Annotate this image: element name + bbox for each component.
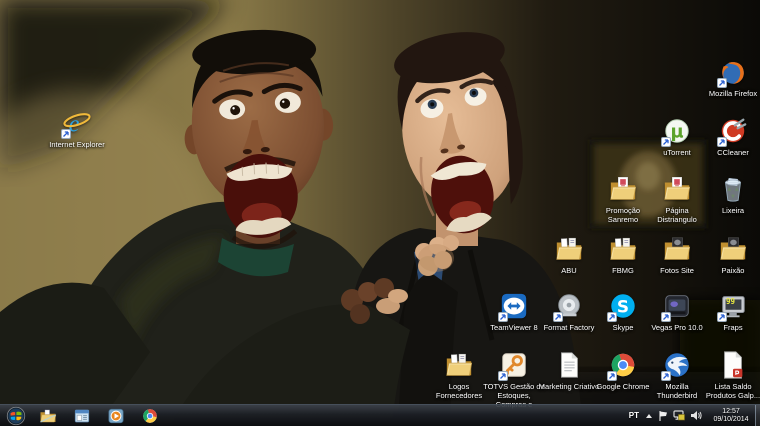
shortcut-arrow-badge — [553, 312, 563, 322]
desktop-icon-vegas-pro-10[interactable]: Vegas Pro 10.0 — [645, 291, 709, 332]
clock-date: 09/10/2014 — [710, 416, 752, 424]
desktop-icon-label: uTorrent — [645, 148, 709, 157]
desktop-icon-label: Paixão — [701, 266, 760, 275]
shortcut-arrow-badge — [661, 371, 671, 381]
taskbar-chrome-task-icon[interactable] — [136, 405, 164, 426]
desktop-icon-label: Página Distriangulo — [645, 206, 709, 224]
desktop-icon-fotos-site[interactable]: Fotos Site — [645, 234, 709, 275]
recycle-bin-icon — [718, 174, 748, 204]
desktop-icon-label: Mozilla Thunderbird — [645, 382, 709, 400]
utorrent-icon: µ — [662, 116, 692, 146]
desktop-icon-lixeira[interactable]: Lixeira — [701, 174, 760, 215]
shortcut-arrow-badge — [61, 129, 71, 139]
folder-files-icon — [554, 234, 584, 264]
fraps-icon: 99 — [718, 291, 748, 321]
shortcut-arrow-badge — [498, 371, 508, 381]
shortcut-arrow-badge — [661, 312, 671, 322]
shortcut-arrow-badge — [498, 312, 508, 322]
desktop-icon-lista-saldo[interactable]: Lista Saldo Produtos Galp... — [701, 350, 760, 400]
desktop-icon-label: Lista Saldo Produtos Galp... — [701, 382, 760, 400]
skype-icon: S — [608, 291, 638, 321]
desktop-icon-label: Internet Explorer — [45, 140, 109, 149]
taskbar-app-window-icon[interactable] — [68, 405, 96, 426]
desktop-icon-label: Fraps — [701, 323, 760, 332]
desktop-icon-label: Mozilla Firefox — [701, 89, 760, 98]
volume-icon[interactable] — [690, 408, 702, 424]
pdf-doc-icon — [718, 350, 748, 380]
desktop-icon-label: Fotos Site — [645, 266, 709, 275]
shortcut-arrow-badge — [717, 78, 727, 88]
desktop-icon-mozilla-thunderbird[interactable]: Mozilla Thunderbird — [645, 350, 709, 400]
folder-photo-icon — [662, 234, 692, 264]
svg-text:99: 99 — [726, 297, 736, 306]
firefox-icon — [718, 57, 748, 87]
clock[interactable]: 12:57 09/10/2014 — [707, 408, 755, 424]
desktop-icon-ccleaner[interactable]: CCleaner — [701, 116, 760, 157]
desktop-icon-paixao[interactable]: Paixão — [701, 234, 760, 275]
desktop-icon-label: Lixeira — [701, 206, 760, 215]
hidden-icons-arrow-icon[interactable] — [645, 408, 653, 424]
ccleaner-icon — [718, 116, 748, 146]
thunderbird-icon — [662, 350, 692, 380]
shortcut-arrow-badge — [717, 312, 727, 322]
system-tray: PT — [628, 405, 755, 426]
language-indicator[interactable]: PT — [628, 411, 640, 420]
network-icon[interactable] — [673, 408, 685, 424]
desktop-icon-utorrent[interactable]: µ uTorrent — [645, 116, 709, 157]
desktop-icon-label: Vegas Pro 10.0 — [645, 323, 709, 332]
desktop: e Internet Explorer Mozilla Firefox µ uTorre… — [0, 0, 760, 426]
desktop-icon-pagina-distriangulo[interactable]: Página Distriangulo — [645, 174, 709, 224]
desktop-icon-label: CCleaner — [701, 148, 760, 157]
folder-files-icon — [608, 234, 638, 264]
folder-red-icon — [608, 174, 638, 204]
show-desktop-button[interactable] — [755, 405, 760, 426]
teamviewer-icon — [499, 291, 529, 321]
desktop-icon-fraps[interactable]: 99 Fraps — [701, 291, 760, 332]
folder-photo-icon — [718, 234, 748, 264]
taskbar: PT — [0, 404, 760, 426]
chrome-icon — [608, 350, 638, 380]
shortcut-arrow-badge — [717, 137, 727, 147]
desktop-icon-mozilla-firefox[interactable]: Mozilla Firefox — [701, 57, 760, 98]
clock-time: 12:57 — [710, 408, 752, 416]
document-icon — [554, 350, 584, 380]
folder-red-icon — [662, 174, 692, 204]
taskbar-explorer-icon[interactable] — [34, 405, 62, 426]
taskbar-media-player-icon[interactable] — [102, 405, 130, 426]
totvs-icon — [499, 350, 529, 380]
svg-text:S: S — [617, 297, 629, 317]
svg-text:µ: µ — [670, 122, 683, 143]
taskbar-start-button[interactable] — [2, 405, 30, 426]
vegas-icon — [662, 291, 692, 321]
shortcut-arrow-badge — [607, 371, 617, 381]
desktop-icon-internet-explorer[interactable]: e Internet Explorer — [45, 108, 109, 149]
shortcut-arrow-badge — [607, 312, 617, 322]
formatfactory-icon — [554, 291, 584, 321]
ie-icon: e — [62, 108, 92, 138]
action-center-flag-icon[interactable] — [658, 408, 668, 424]
folder-files-icon — [444, 350, 474, 380]
shortcut-arrow-badge — [661, 137, 671, 147]
